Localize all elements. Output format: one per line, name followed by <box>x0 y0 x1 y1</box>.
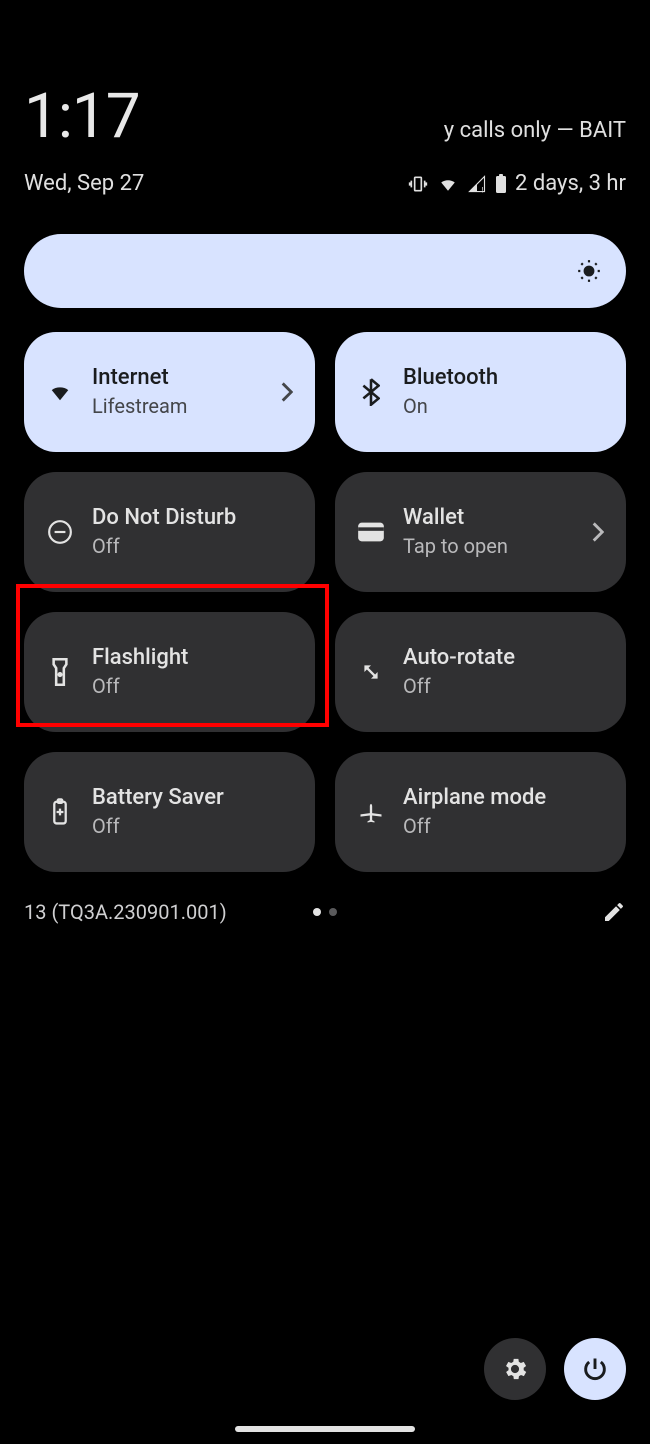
brightness-slider[interactable] <box>24 234 626 308</box>
navigation-handle[interactable] <box>235 1426 415 1432</box>
clock-time: 1:17 <box>24 80 140 153</box>
settings-button[interactable] <box>484 1338 546 1400</box>
dnd-icon <box>46 519 74 545</box>
tile-title: Battery Saver <box>92 784 293 813</box>
page-dot-active <box>313 908 321 916</box>
tile-title: Auto-rotate <box>403 644 604 673</box>
footer-row: 13 (TQ3A.230901.001) <box>24 900 626 924</box>
build-version: 13 (TQ3A.230901.001) <box>24 900 227 924</box>
bluetooth-icon <box>357 378 385 406</box>
tile-subtitle: Off <box>403 812 604 840</box>
tile-title: Do Not Disturb <box>92 504 293 533</box>
carrier-text: y calls only — BAIT <box>444 118 626 143</box>
status-icons: ! 2 days, 3 hr <box>407 171 626 196</box>
battery-saver-icon <box>46 798 74 826</box>
tile-subtitle: Off <box>403 672 604 700</box>
tile-subtitle: Off <box>92 532 293 560</box>
tile-subtitle: Off <box>92 672 293 700</box>
tile-bluetooth[interactable]: Bluetooth On <box>335 332 626 452</box>
svg-text:!: ! <box>482 185 484 193</box>
tile-subtitle: Lifestream <box>92 392 263 420</box>
tile-flashlight[interactable]: Flashlight Off <box>24 612 315 732</box>
tile-title: Airplane mode <box>403 784 604 813</box>
quick-settings-header: 1:17 y calls only — BAIT Wed, Sep 27 ! 2… <box>0 0 650 196</box>
chevron-right-icon <box>281 382 293 402</box>
battery-icon <box>495 174 507 194</box>
page-dot-inactive <box>329 908 337 916</box>
tile-subtitle: Tap to open <box>403 532 574 560</box>
date-text: Wed, Sep 27 <box>24 171 144 196</box>
tile-internet[interactable]: Internet Lifestream <box>24 332 315 452</box>
flashlight-icon <box>46 658 74 686</box>
bottom-action-buttons <box>484 1338 626 1400</box>
wifi-icon <box>46 381 74 403</box>
wallet-icon <box>357 521 385 543</box>
tile-title: Flashlight <box>92 644 293 673</box>
tile-battery-saver[interactable]: Battery Saver Off <box>24 752 315 872</box>
quick-settings-tiles: Internet Lifestream Bluetooth On Do Not … <box>24 332 626 872</box>
vibrate-icon <box>407 174 429 194</box>
brightness-icon <box>576 258 602 284</box>
signal-icon: ! <box>467 175 487 193</box>
wifi-icon <box>437 175 459 193</box>
tile-wallet[interactable]: Wallet Tap to open <box>335 472 626 592</box>
tile-subtitle: On <box>403 392 604 420</box>
edit-tiles-button[interactable] <box>602 900 626 924</box>
tile-title: Internet <box>92 364 263 393</box>
tile-title: Wallet <box>403 504 574 533</box>
tile-subtitle: Off <box>92 812 293 840</box>
tile-title: Bluetooth <box>403 364 604 393</box>
tile-dnd[interactable]: Do Not Disturb Off <box>24 472 315 592</box>
chevron-right-icon <box>592 522 604 542</box>
battery-time-text: 2 days, 3 hr <box>515 171 626 196</box>
tile-autorotate[interactable]: Auto-rotate Off <box>335 612 626 732</box>
airplane-icon <box>357 798 385 826</box>
power-button[interactable] <box>564 1338 626 1400</box>
page-indicator <box>313 908 337 916</box>
tile-airplane[interactable]: Airplane mode Off <box>335 752 626 872</box>
rotate-icon <box>357 658 385 686</box>
